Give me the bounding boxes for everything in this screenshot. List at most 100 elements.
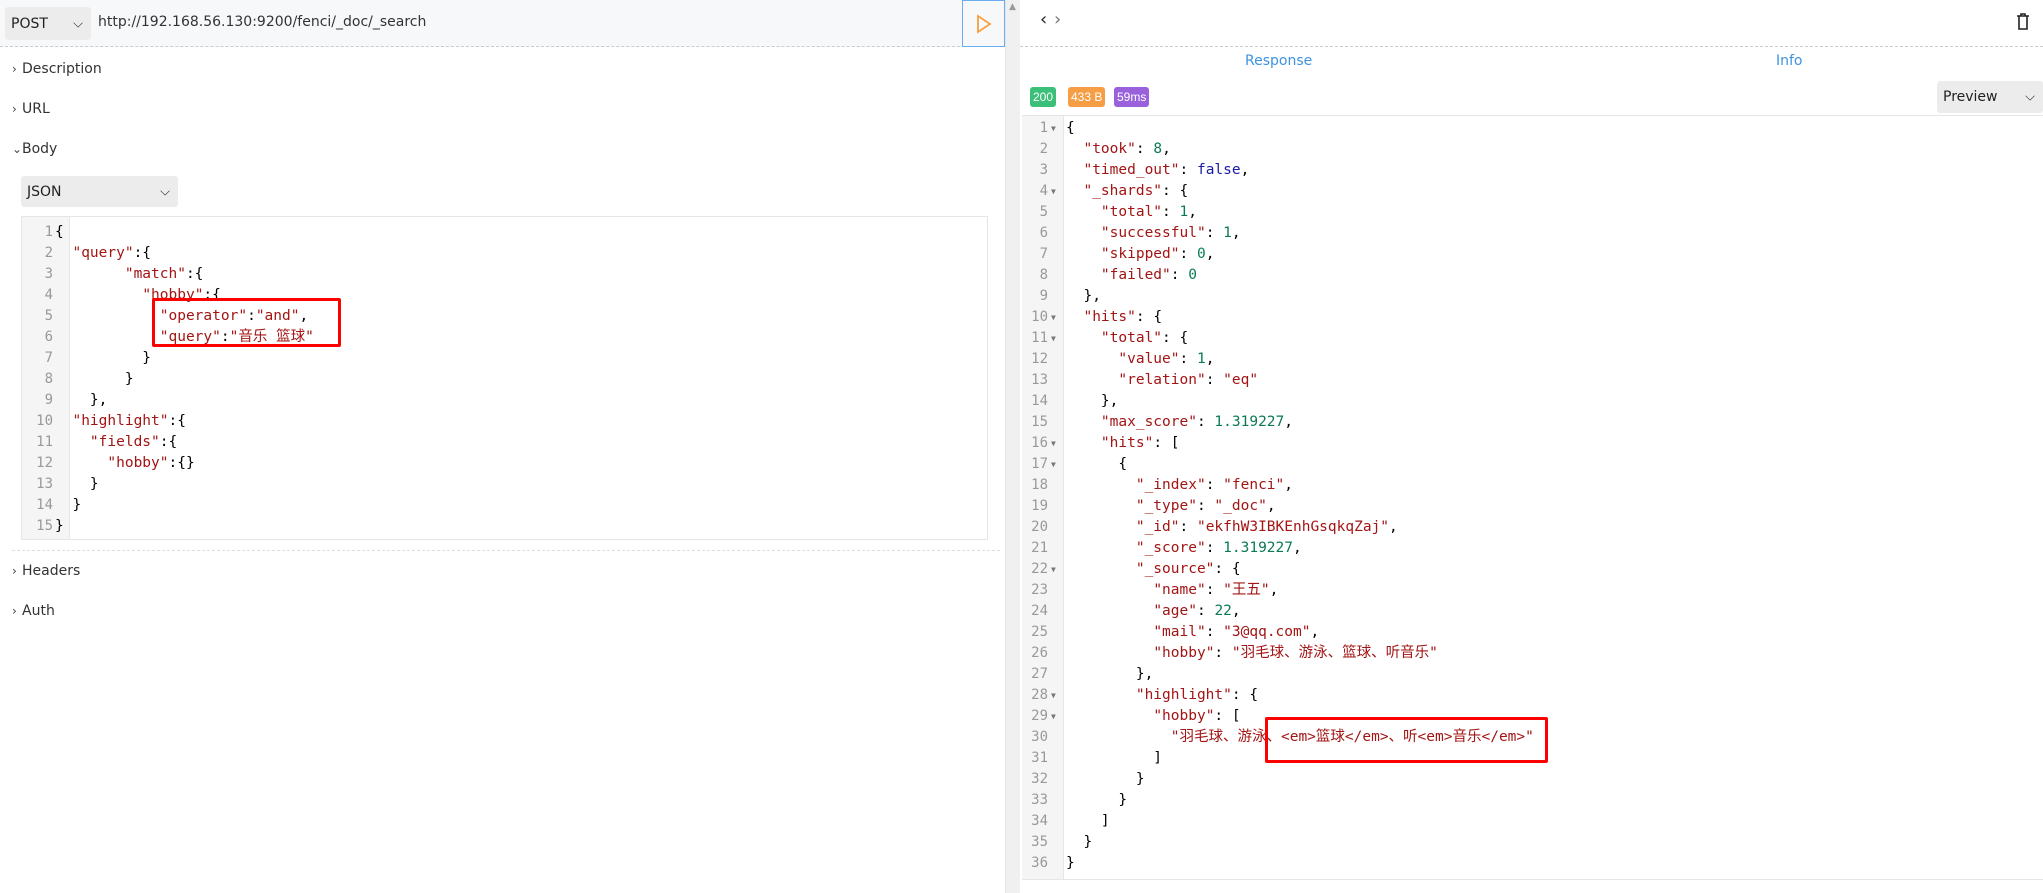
code-token: "ekfhW3IBKEnhGsqkqZaj" bbox=[1196, 519, 1390, 535]
line-number: 9 bbox=[1039, 288, 1048, 304]
code-line: } bbox=[55, 369, 134, 390]
section-label: Description bbox=[22, 61, 102, 77]
fold-toggle-icon[interactable]: ▼ bbox=[1051, 691, 1056, 700]
tab-info[interactable]: Info bbox=[1776, 53, 1803, 69]
code-token: "_shards" bbox=[1083, 183, 1163, 199]
method-select[interactable]: POST ⌵ bbox=[5, 7, 91, 40]
fold-toggle-icon[interactable]: ▼ bbox=[1051, 565, 1056, 574]
line-number: 16 bbox=[1031, 435, 1048, 451]
chevron-right-icon: › bbox=[12, 102, 17, 116]
forward-icon[interactable]: › bbox=[1054, 9, 1061, 30]
trash-icon[interactable] bbox=[2016, 13, 2030, 31]
code-line: "_index": "fenci", bbox=[1066, 475, 1293, 496]
code-line: "_shards": { bbox=[1066, 181, 1188, 202]
code-token: "3@qq.com" bbox=[1223, 624, 1311, 640]
code-token: } bbox=[55, 350, 152, 366]
fold-toggle-icon[interactable]: ▼ bbox=[1051, 187, 1056, 196]
fold-toggle-icon[interactable]: ▼ bbox=[1051, 334, 1056, 343]
line-number: 10 bbox=[1031, 309, 1048, 325]
line-number: 25 bbox=[1031, 624, 1048, 640]
code-line: { bbox=[55, 222, 64, 243]
code-token: : bbox=[1205, 582, 1224, 598]
fold-toggle-icon[interactable]: ▼ bbox=[1051, 124, 1056, 133]
fold-toggle-icon[interactable]: ▼ bbox=[1051, 439, 1056, 448]
fold-toggle-icon[interactable]: ▼ bbox=[1051, 460, 1056, 469]
code-line: } bbox=[55, 516, 64, 537]
line-number: 6 bbox=[44, 329, 53, 345]
code-token: "timed_out" bbox=[1083, 162, 1180, 178]
code-token: : { bbox=[1135, 309, 1163, 325]
line-number: 24 bbox=[1031, 603, 1048, 619]
line-number: 20 bbox=[1031, 519, 1048, 535]
code-token: } bbox=[55, 371, 134, 387]
code-line: "highlight": { bbox=[1066, 685, 1258, 706]
code-token: "match" bbox=[124, 266, 186, 282]
code-token: { bbox=[1066, 456, 1128, 472]
code-line: { bbox=[1066, 118, 1075, 139]
chevron-down-icon: ⌵ bbox=[160, 184, 170, 199]
code-token: 1.319227 bbox=[1214, 414, 1285, 430]
section-auth[interactable]: › Auth bbox=[12, 603, 55, 619]
fold-toggle-icon[interactable]: ▼ bbox=[1051, 712, 1056, 721]
response-toolbar: ‹ › bbox=[1020, 0, 2043, 47]
code-line: "age": 22, bbox=[1066, 601, 1240, 622]
code-line: "hobby":{} bbox=[55, 453, 195, 474]
code-token: :{} bbox=[168, 455, 195, 471]
code-token: "relation" bbox=[1118, 372, 1206, 388]
url-input[interactable]: http://192.168.56.130:9200/fenci/_doc/_s… bbox=[98, 14, 426, 30]
line-number: 18 bbox=[1031, 477, 1048, 493]
scrollbar[interactable]: ▲ bbox=[1005, 0, 1020, 893]
code-token: } bbox=[1066, 834, 1093, 850]
method-value: POST bbox=[11, 15, 48, 32]
code-token: : bbox=[1205, 540, 1224, 556]
section-label: Body bbox=[22, 141, 58, 157]
chevron-down-icon: ⌵ bbox=[73, 16, 83, 31]
line-number: 19 bbox=[1031, 498, 1048, 514]
view-mode-select[interactable]: Preview ⌵ bbox=[1937, 81, 2043, 113]
code-line: "hits": { bbox=[1066, 307, 1162, 328]
code-token: , bbox=[1188, 204, 1197, 220]
code-token: "_id" bbox=[1135, 519, 1180, 535]
code-token: , bbox=[1293, 540, 1302, 556]
tab-response[interactable]: Response bbox=[1245, 53, 1312, 69]
section-label: URL bbox=[22, 101, 50, 117]
send-button[interactable] bbox=[962, 0, 1005, 47]
code-token: : { bbox=[1231, 687, 1259, 703]
line-number: 29 bbox=[1031, 708, 1048, 724]
body-editor[interactable]: 1 2 3 4 5 6 7 8 9 10 11 12 13 14 15 { "query":{ "match… bbox=[21, 216, 988, 540]
code-token: : bbox=[1135, 141, 1154, 157]
line-number: 8 bbox=[44, 371, 53, 387]
code-token: } bbox=[55, 518, 64, 534]
chevron-down-icon: ⌄ bbox=[12, 142, 23, 156]
fold-toggle-icon[interactable]: ▼ bbox=[1051, 313, 1056, 322]
body-type-select[interactable]: JSON ⌵ bbox=[21, 176, 178, 207]
code-token: , bbox=[1284, 477, 1293, 493]
code-token: "skipped" bbox=[1100, 246, 1180, 262]
section-body[interactable]: ⌄Body bbox=[12, 141, 57, 157]
section-url[interactable]: › URL bbox=[12, 101, 50, 117]
code-line: } bbox=[55, 348, 151, 369]
line-number: 22 bbox=[1031, 561, 1048, 577]
section-description[interactable]: › Description bbox=[12, 61, 102, 77]
chevron-right-icon: › bbox=[12, 564, 17, 578]
code-line: } bbox=[1066, 769, 1145, 790]
size-badge: 433 B bbox=[1068, 87, 1106, 107]
response-viewer[interactable]: 1 ▼ 2 3 4 ▼ 5 6 7 8 9 10 ▼ 11 ▼ 12 13 14 15 16 ▼ 17 ▼ 18 19 20 21 2… bbox=[1022, 115, 2043, 880]
back-icon[interactable]: ‹ bbox=[1040, 9, 1047, 30]
code-token: "eq" bbox=[1223, 372, 1259, 388]
section-headers[interactable]: › Headers bbox=[12, 563, 80, 579]
code-token: } bbox=[55, 497, 82, 513]
code-token: : [ bbox=[1153, 435, 1180, 451]
code-token: "hobby" bbox=[1153, 645, 1215, 661]
line-number: 1 bbox=[44, 224, 53, 240]
